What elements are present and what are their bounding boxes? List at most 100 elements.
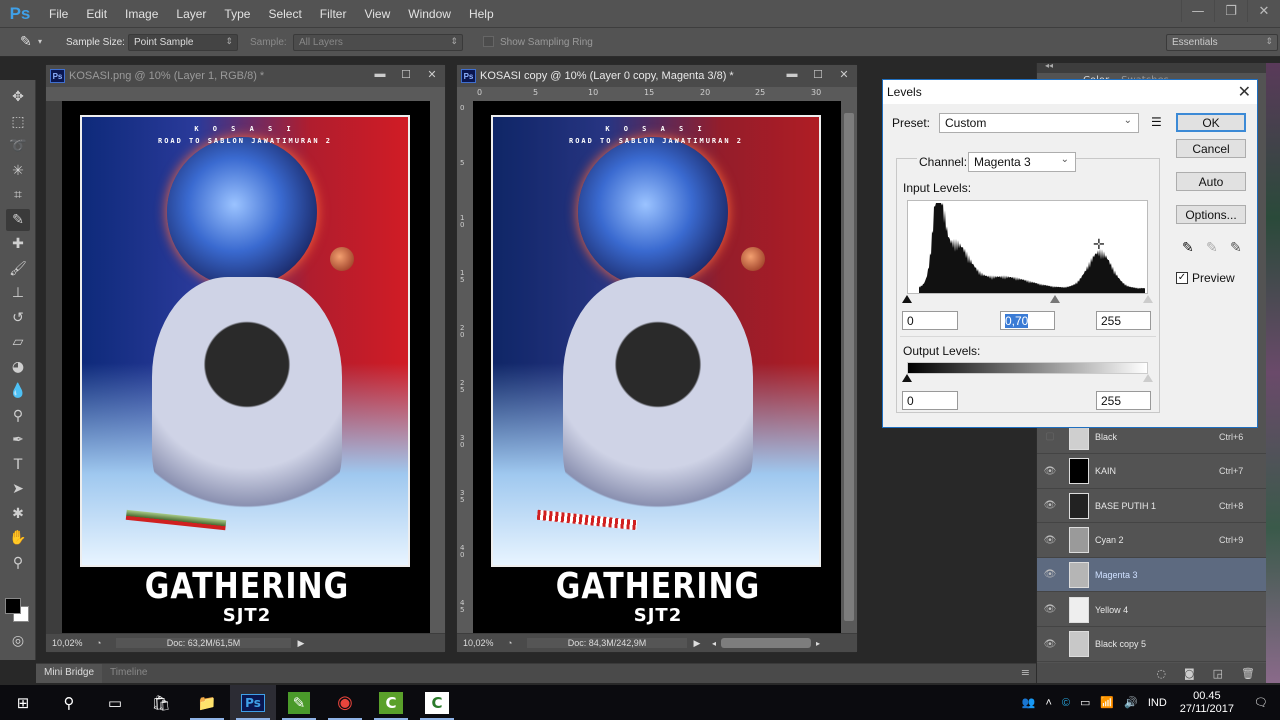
mask-icon[interactable]: ◙ (1184, 667, 1195, 680)
output-white-field[interactable]: 255 (1096, 391, 1151, 410)
input-white-field[interactable]: 255 (1096, 311, 1151, 330)
output-white-slider-handle[interactable] (1143, 374, 1153, 382)
people-icon[interactable]: 👥 (1017, 696, 1041, 709)
eyedropper-icon[interactable]: ✎ (20, 33, 32, 50)
taskbar-photoshop-icon[interactable]: Ps (230, 685, 276, 720)
menu-edit[interactable]: Edit (77, 7, 116, 21)
panel-collapse-bar[interactable]: ◂◂ (1037, 61, 1267, 73)
cancel-button[interactable]: Cancel (1176, 139, 1246, 158)
taskbar-camtasia-studio-icon[interactable]: C (414, 685, 460, 720)
channel-row[interactable]: 👁 BASE PUTIH 1 Ctrl+8 (1037, 489, 1267, 524)
channel-row[interactable]: 👁 Black copy 5 (1037, 628, 1267, 662)
taskbar-task-view-icon[interactable]: ▭ (92, 685, 138, 720)
channel-select[interactable]: Magenta 3 ⌄ (968, 152, 1076, 172)
input-gamma-field[interactable]: 0,70 (1000, 311, 1055, 330)
input-gamma-slider-handle[interactable] (1050, 295, 1061, 303)
action-center-icon[interactable]: 🗨 (1242, 696, 1280, 709)
zoom-tool-icon[interactable]: ⚲ (6, 552, 30, 574)
menu-select[interactable]: Select (259, 7, 310, 21)
vertical-scroll-thumb[interactable] (844, 113, 854, 621)
taskbar-coreldraw-icon[interactable]: ✎ (276, 685, 322, 720)
rectangular-marquee-tool-icon[interactable]: ⬚ (6, 111, 30, 133)
auto-button[interactable]: Auto (1176, 172, 1246, 191)
dodge-tool-icon[interactable]: ⚲ (6, 405, 30, 427)
taskbar-search-icon[interactable]: ⚲ (46, 685, 92, 720)
channel-row[interactable]: 👁 Magenta 3 (1037, 558, 1267, 593)
eye-icon[interactable]: 👁 (1037, 569, 1063, 580)
input-levels-slider[interactable] (902, 295, 1153, 305)
horizontal-scroll-thumb[interactable] (721, 638, 811, 648)
new-channel-icon[interactable]: ◲ (1213, 667, 1223, 680)
brush-tool-icon[interactable]: 🖌 (6, 258, 30, 280)
input-white-slider-handle[interactable] (1143, 295, 1153, 303)
vertical-scrollbar[interactable] (430, 101, 445, 633)
share-icon[interactable]: ◔ (507, 638, 527, 648)
battery-icon[interactable]: ▭ (1075, 696, 1095, 709)
panel-menu-icon[interactable]: ≡ (1021, 666, 1030, 679)
healing-brush-tool-icon[interactable]: ✚ (6, 233, 30, 255)
camtasia-tray-icon[interactable]: © (1057, 697, 1075, 709)
history-brush-tool-icon[interactable]: ↺ (6, 307, 30, 329)
black-point-eyedropper-icon[interactable]: ✎ (1182, 239, 1194, 256)
tab-mini-bridge[interactable]: Mini Bridge (36, 664, 103, 683)
document-minimize-button[interactable]: ▬ (779, 65, 805, 83)
foreground-color-swatch[interactable] (5, 598, 21, 614)
taskbar-chrome-icon[interactable]: ◉ (322, 685, 368, 720)
magic-wand-tool-icon[interactable]: ✳ (6, 160, 30, 182)
status-menu-arrow-icon[interactable]: ▶ (687, 638, 707, 649)
show-sampling-ring-checkbox[interactable] (483, 36, 494, 47)
close-button[interactable]: ✕ (1247, 0, 1280, 22)
tab-timeline[interactable]: Timeline (102, 664, 155, 683)
restore-button[interactable]: ❐ (1214, 0, 1247, 22)
move-tool-icon[interactable]: ✥ (6, 86, 30, 108)
document-title-bar[interactable]: Ps KOSASI copy @ 10% (Layer 0 copy, Mage… (457, 65, 857, 87)
menu-file[interactable]: File (40, 7, 77, 21)
eye-icon[interactable]: 👁 (1037, 466, 1063, 477)
language-indicator[interactable]: IND (1143, 697, 1172, 709)
trash-icon[interactable]: 🗑 (1241, 667, 1255, 680)
document-close-button[interactable]: ✕ (831, 65, 857, 83)
dialog-title-bar[interactable]: Levels ✕ (883, 80, 1257, 104)
taskbar-file-explorer-icon[interactable]: 📁 (184, 685, 230, 720)
options-button[interactable]: Options... (1176, 205, 1246, 224)
paint-bucket-tool-icon[interactable]: ◕ (6, 356, 30, 378)
input-black-field[interactable]: 0 (902, 311, 958, 330)
eye-icon[interactable]: 👁 (1037, 500, 1063, 511)
preset-options-icon[interactable]: ☰ (1151, 115, 1162, 129)
menu-window[interactable]: Window (399, 7, 460, 21)
eyedropper-tool-icon[interactable]: ✎ (6, 208, 30, 231)
menu-type[interactable]: Type (215, 7, 259, 21)
lasso-tool-icon[interactable]: ➰ (6, 135, 30, 157)
collapse-icon[interactable]: ◂◂ (1045, 61, 1053, 70)
type-tool-icon[interactable]: T (6, 454, 30, 476)
visibility-off-box[interactable]: ▢ (1037, 431, 1063, 442)
document-canvas[interactable]: K O S A S I ROAD TO SABLON JAWATIMURAN 2… (62, 101, 430, 633)
workspace-switcher[interactable]: Essentials ⇕ (1166, 34, 1278, 51)
network-icon[interactable]: 📶 (1095, 696, 1119, 709)
output-levels-slider[interactable] (902, 374, 1153, 384)
preview-checkbox[interactable]: ✓ (1176, 272, 1188, 284)
sample-select[interactable]: All Layers ⇕ (293, 34, 463, 51)
output-black-slider-handle[interactable] (902, 374, 912, 382)
pen-tool-icon[interactable]: ✒ (6, 429, 30, 451)
vertical-scrollbar[interactable] (841, 101, 857, 633)
scroll-left-icon[interactable]: ◂ (707, 639, 721, 648)
menu-help[interactable]: Help (460, 7, 503, 21)
document-minimize-button[interactable]: ▬ (367, 65, 393, 83)
document-canvas[interactable]: K O S A S I ROAD TO SABLON JAWATIMURAN 2… (473, 101, 841, 633)
channel-row[interactable]: 👁 Cyan 2 Ctrl+9 (1037, 524, 1267, 558)
tool-preset-chevron-icon[interactable]: ▾ (38, 37, 42, 46)
taskbar-store-icon[interactable]: 🛍 (138, 685, 184, 720)
zoom-level[interactable]: 10,02% (457, 638, 507, 648)
custom-shape-tool-icon[interactable]: ✱ (6, 503, 30, 525)
status-menu-arrow-icon[interactable]: ▶ (291, 638, 311, 649)
quick-mask-icon[interactable]: ◎ (6, 630, 30, 652)
document-maximize-button[interactable]: ☐ (805, 65, 831, 83)
clock[interactable]: 00.45 27/11/2017 (1172, 690, 1242, 716)
gray-point-eyedropper-icon[interactable]: ✎ (1206, 239, 1218, 256)
taskbar-start-icon[interactable]: ⊞ (0, 685, 46, 720)
preset-select[interactable]: Custom ⌄ (939, 113, 1139, 133)
crop-tool-icon[interactable]: ⌗ (6, 184, 30, 206)
load-selection-icon[interactable]: ◌ (1156, 667, 1166, 680)
scroll-right-icon[interactable]: ▸ (811, 639, 825, 648)
